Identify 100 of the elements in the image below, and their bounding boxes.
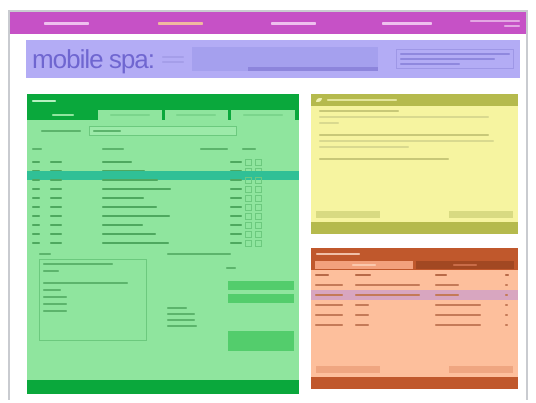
text-line <box>102 242 169 244</box>
text-line <box>167 307 187 309</box>
text-line <box>315 274 329 276</box>
text-line <box>382 22 432 24</box>
text-line <box>93 130 121 132</box>
panel-button[interactable] <box>449 211 513 218</box>
text-line <box>435 284 459 286</box>
text-line <box>102 161 132 163</box>
text-line <box>41 130 81 132</box>
text-line <box>102 224 143 226</box>
text-line <box>230 160 242 163</box>
text-line <box>50 188 62 190</box>
text-line <box>102 148 124 150</box>
panel-tab[interactable] <box>98 110 162 120</box>
text-line <box>50 242 62 244</box>
text-line <box>453 264 477 266</box>
text-line <box>32 224 40 226</box>
text-line <box>32 206 40 208</box>
text-line <box>505 294 508 296</box>
text-line <box>43 303 67 305</box>
text-line <box>43 310 67 312</box>
text-line <box>102 197 144 199</box>
text-line <box>230 232 242 235</box>
text-line <box>315 324 343 326</box>
text-line <box>200 148 228 150</box>
text-line <box>32 148 42 150</box>
text-line <box>167 319 195 321</box>
logo: mobile spa: <box>32 44 154 74</box>
text-line <box>505 274 509 276</box>
text-line <box>271 22 316 24</box>
text-line <box>167 253 231 255</box>
text-line <box>355 324 369 326</box>
text-line <box>505 284 508 286</box>
text-line <box>435 294 459 296</box>
text-line <box>315 304 343 306</box>
text-line <box>230 214 242 217</box>
text-line <box>32 242 40 244</box>
filter-dropdown[interactable] <box>89 126 237 136</box>
text-line <box>230 242 242 244</box>
text-line <box>355 314 369 316</box>
text-line <box>102 188 171 190</box>
text-line <box>43 263 113 265</box>
panel-button[interactable] <box>316 366 380 373</box>
panel-tab[interactable] <box>315 261 413 269</box>
text-line <box>102 215 170 217</box>
text-line <box>400 63 460 65</box>
leaf-icon <box>316 98 322 102</box>
action-button[interactable] <box>228 294 294 303</box>
text-line <box>102 206 157 208</box>
text-line <box>355 294 420 296</box>
text-line <box>315 294 343 296</box>
text-line <box>435 304 481 306</box>
text-line <box>43 296 67 298</box>
text-line <box>352 264 376 266</box>
text-line <box>50 206 62 208</box>
text-line <box>242 148 256 150</box>
text-line <box>230 206 242 208</box>
text-line <box>32 161 40 163</box>
text-line <box>435 314 481 316</box>
text-line <box>226 266 236 269</box>
text-line <box>230 178 242 181</box>
text-line <box>43 270 59 272</box>
text-line <box>50 197 62 199</box>
text-line <box>230 196 242 199</box>
action-button[interactable] <box>228 281 294 290</box>
panel-button[interactable] <box>449 366 513 373</box>
text-line <box>505 324 508 326</box>
text-line <box>315 284 343 286</box>
text-line <box>505 304 508 306</box>
action-button[interactable] <box>228 331 294 351</box>
panel-tab[interactable] <box>416 261 514 269</box>
text-line <box>167 325 197 327</box>
text-line <box>50 233 62 235</box>
text-line <box>44 22 90 24</box>
text-line <box>32 233 40 235</box>
text-line <box>50 161 62 163</box>
text-line <box>32 197 40 199</box>
text-line <box>52 114 74 116</box>
text-line <box>167 313 195 315</box>
table-row[interactable] <box>311 290 518 300</box>
text-line <box>355 284 420 286</box>
text-line <box>50 215 62 217</box>
text-line <box>435 324 481 326</box>
text-line <box>505 314 508 316</box>
text-line <box>50 179 62 181</box>
text-line <box>50 224 62 226</box>
text-line <box>504 24 520 26</box>
text-line <box>327 99 397 101</box>
text-line <box>435 274 447 276</box>
text-line <box>32 215 40 217</box>
text-line <box>32 100 56 102</box>
notes-field[interactable] <box>39 259 147 341</box>
text-line <box>102 179 158 181</box>
text-line <box>32 188 40 190</box>
panel-button[interactable] <box>316 211 380 218</box>
text-line <box>102 233 156 235</box>
panel-tab[interactable] <box>164 110 228 120</box>
text-line <box>315 314 343 316</box>
panel-tab[interactable] <box>231 110 295 120</box>
text-line <box>355 304 369 306</box>
